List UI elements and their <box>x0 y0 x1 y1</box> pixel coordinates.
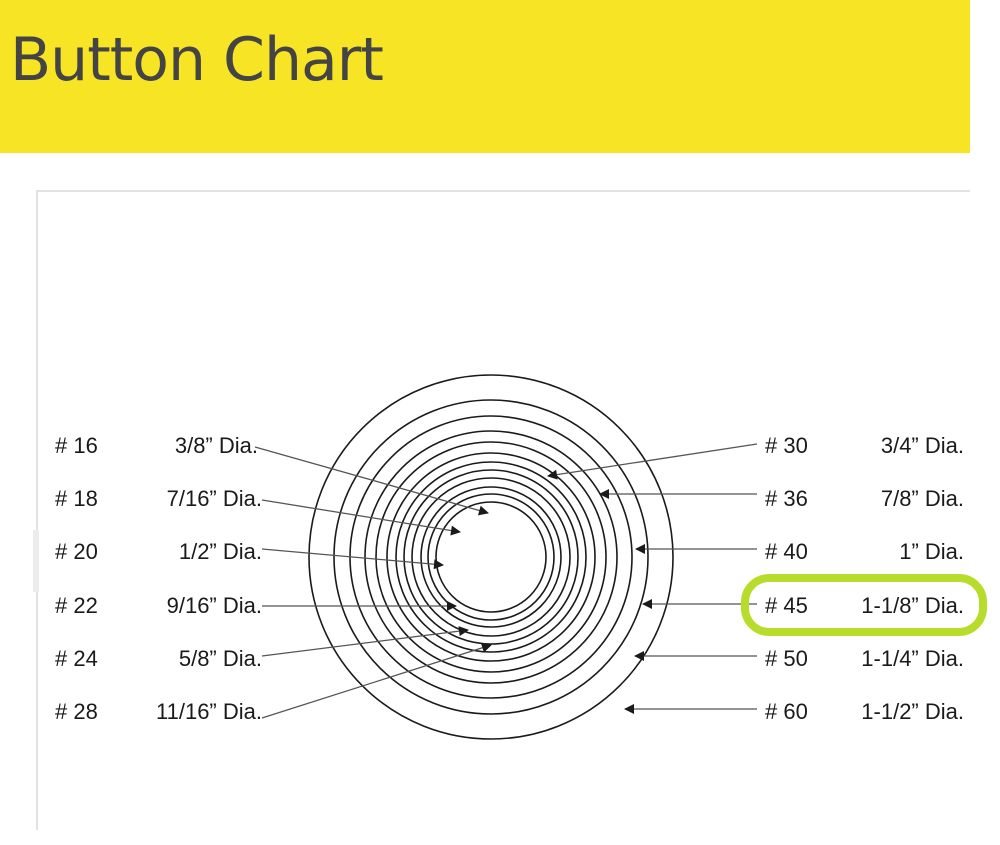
diameter-label-20: 1/2” Dia. <box>179 539 262 564</box>
diameter-label-16: 3/8” Dia. <box>175 433 258 458</box>
diameter-label-60: 1-1/2” Dia. <box>861 699 964 724</box>
leader-28 <box>261 642 492 719</box>
size-label-40: # 40 <box>765 539 808 564</box>
size-label-18: # 18 <box>55 486 98 511</box>
size-label-28: # 28 <box>55 699 98 724</box>
ring-11 <box>427 493 555 621</box>
leader-arrows <box>254 443 758 719</box>
leader-30 <box>547 443 758 480</box>
diameter-label-36: 7/8” Dia. <box>881 486 964 511</box>
ring-2 <box>333 399 649 715</box>
size-label-22: # 22 <box>55 593 98 618</box>
ring-7 <box>395 461 587 653</box>
diameter-label-40: 1” Dia. <box>899 539 964 564</box>
diameter-label-18: 7/16” Dia. <box>167 486 262 511</box>
leader-16 <box>254 446 489 516</box>
size-label-45: # 45 <box>765 593 808 618</box>
size-label-30: # 30 <box>765 433 808 458</box>
size-label-16: # 16 <box>55 433 98 458</box>
size-label-36: # 36 <box>765 486 808 511</box>
ring-3 <box>349 415 633 699</box>
button-size-diagram: # 16 3/8” Dia. # 18 7/16” Dia. # 20 1/2”… <box>55 374 987 740</box>
diameter-label-22: 9/16” Dia. <box>167 593 262 618</box>
size-label-60: # 60 <box>765 699 808 724</box>
diameter-label-30: 3/4” Dia. <box>881 433 964 458</box>
leader-20 <box>261 548 444 570</box>
ring-1 <box>308 374 674 740</box>
right-labels: # 30 3/4” Dia. # 36 7/8” Dia. # 40 1” Di… <box>741 433 987 724</box>
ring-12 <box>435 501 547 613</box>
size-label-50: # 50 <box>765 646 808 671</box>
left-labels: # 16 3/8” Dia. # 18 7/16” Dia. # 20 1/2”… <box>55 433 262 724</box>
diameter-label-28: 11/16” Dia. <box>156 699 262 724</box>
leader-24 <box>261 626 469 657</box>
leader-18 <box>261 499 461 536</box>
diameter-label-45: 1-1/8” Dia. <box>861 593 964 618</box>
concentric-button-rings <box>308 374 674 740</box>
size-label-20: # 20 <box>55 539 98 564</box>
diameter-label-50: 1-1/4” Dia. <box>861 646 964 671</box>
size-label-24: # 24 <box>55 646 98 671</box>
ring-6 <box>386 452 596 662</box>
diameter-label-24: 5/8” Dia. <box>179 646 262 671</box>
